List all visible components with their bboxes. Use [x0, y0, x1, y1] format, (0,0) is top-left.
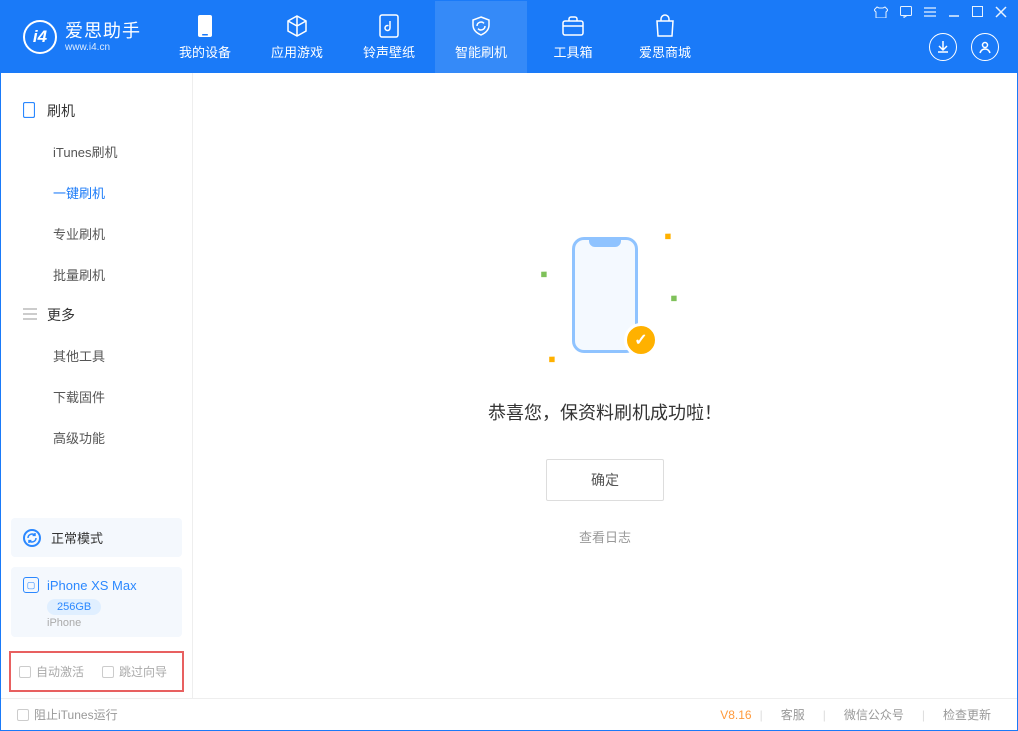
device-type: iPhone	[47, 617, 170, 629]
app-subtitle: www.i4.cn	[65, 42, 141, 54]
tab-label: 铃声壁纸	[363, 42, 415, 61]
device-card[interactable]: ▢ iPhone XS Max 256GB iPhone	[11, 567, 182, 637]
music-file-icon	[379, 14, 399, 38]
checkbox-skip-guide[interactable]: 跳过向导	[102, 663, 167, 680]
sidebar-item-advanced[interactable]: 高级功能	[1, 417, 192, 458]
section-title: 更多	[47, 305, 75, 325]
footer-link-update[interactable]: 检查更新	[933, 706, 1001, 723]
feedback-icon[interactable]	[900, 6, 912, 21]
app-window: i4 爱思助手 www.i4.cn 我的设备 应用游戏	[0, 0, 1018, 731]
tab-apps-games[interactable]: 应用游戏	[251, 1, 343, 73]
list-icon	[23, 307, 37, 323]
checkbox-stop-itunes[interactable]: 阻止iTunes运行	[17, 706, 118, 723]
menu-icon[interactable]	[924, 6, 936, 21]
sparkle-icon: ◆	[662, 230, 675, 243]
sidebar: 刷机 iTunes刷机 一键刷机 专业刷机 批量刷机 更多 其他工具 下载固件 …	[1, 73, 193, 698]
logo-area: i4 爱思助手 www.i4.cn	[1, 1, 159, 73]
checkbox-label: 跳过向导	[119, 663, 167, 680]
tab-my-device[interactable]: 我的设备	[159, 1, 251, 73]
version-label: V8.16	[720, 708, 751, 722]
tab-smart-flash[interactable]: 智能刷机	[435, 1, 527, 73]
app-title: 爱思助手	[65, 21, 141, 42]
sidebar-item-download-fw[interactable]: 下载固件	[1, 376, 192, 417]
tab-toolbox[interactable]: 工具箱	[527, 1, 619, 73]
device-capacity-badge: 256GB	[47, 599, 101, 615]
phone-small-icon	[23, 102, 37, 121]
sparkle-icon: ◆	[545, 353, 558, 366]
header-right-icons	[929, 33, 999, 61]
sidebar-item-pro-flash[interactable]: 专业刷机	[1, 213, 192, 254]
sparkle-icon: ◆	[668, 292, 681, 305]
refresh-shield-icon	[469, 14, 493, 38]
section-title: 刷机	[47, 101, 75, 121]
maximize-icon[interactable]	[972, 6, 983, 21]
header: i4 爱思助手 www.i4.cn 我的设备 应用游戏	[1, 1, 1017, 73]
footer-left: 阻止iTunes运行	[17, 706, 118, 723]
briefcase-icon	[561, 14, 585, 38]
tshirt-icon[interactable]	[874, 6, 888, 21]
checkbox-icon	[19, 666, 31, 678]
app-logo-icon: i4	[23, 20, 57, 54]
sparkle-icon: ◆	[537, 268, 550, 281]
sidebar-section-flash: 刷机	[1, 91, 192, 131]
footer: 阻止iTunes运行 V8.16 | 客服 | 微信公众号 | 检查更新	[1, 698, 1017, 730]
tab-store[interactable]: 爱思商城	[619, 1, 711, 73]
body: 刷机 iTunes刷机 一键刷机 专业刷机 批量刷机 更多 其他工具 下载固件 …	[1, 73, 1017, 698]
nav-tabs: 我的设备 应用游戏 铃声壁纸 智能刷机	[159, 1, 711, 73]
main-content: ◆ ◆ ◆ ◆ ✓ 恭喜您，保资料刷机成功啦！ 确定 查看日志	[193, 73, 1017, 698]
ok-button[interactable]: 确定	[546, 459, 664, 501]
device-name: iPhone XS Max	[47, 578, 137, 593]
success-message: 恭喜您，保资料刷机成功啦！	[488, 399, 722, 425]
checkbox-icon	[102, 666, 114, 678]
download-icon[interactable]	[929, 33, 957, 61]
highlighted-checkbox-row: 自动激活 跳过向导	[9, 651, 184, 692]
sidebar-item-itunes-flash[interactable]: iTunes刷机	[1, 131, 192, 172]
minimize-icon[interactable]	[948, 6, 960, 21]
view-log-link[interactable]: 查看日志	[579, 527, 631, 546]
footer-link-support[interactable]: 客服	[771, 706, 815, 723]
tab-label: 工具箱	[553, 42, 592, 61]
tab-label: 应用游戏	[271, 42, 323, 61]
checkbox-auto-activate[interactable]: 自动激活	[19, 663, 84, 680]
window-controls	[874, 6, 1007, 21]
logo-text: 爱思助手 www.i4.cn	[65, 21, 141, 53]
sidebar-item-oneclick-flash[interactable]: 一键刷机	[1, 172, 192, 213]
device-mode-label: 正常模式	[51, 528, 103, 547]
close-icon[interactable]	[995, 6, 1007, 21]
user-icon[interactable]	[971, 33, 999, 61]
checkbox-icon	[17, 709, 29, 721]
checkmark-badge-icon: ✓	[624, 323, 658, 357]
device-mode-card[interactable]: 正常模式	[11, 518, 182, 557]
tab-ringtones[interactable]: 铃声壁纸	[343, 1, 435, 73]
tab-label: 智能刷机	[455, 42, 507, 61]
sync-icon	[23, 529, 41, 547]
device-phone-icon: ▢	[23, 577, 39, 593]
success-illustration: ◆ ◆ ◆ ◆ ✓	[530, 225, 680, 375]
cube-icon	[285, 14, 309, 38]
tab-label: 爱思商城	[639, 42, 691, 61]
tab-label: 我的设备	[179, 42, 231, 61]
sidebar-item-other-tools[interactable]: 其他工具	[1, 335, 192, 376]
sidebar-item-batch-flash[interactable]: 批量刷机	[1, 254, 192, 295]
checkbox-label: 自动激活	[36, 663, 84, 680]
footer-link-wechat[interactable]: 微信公众号	[834, 706, 914, 723]
phone-icon	[197, 14, 213, 38]
checkbox-label: 阻止iTunes运行	[34, 706, 118, 723]
sidebar-section-more: 更多	[1, 295, 192, 335]
shopping-bag-icon	[654, 14, 676, 38]
